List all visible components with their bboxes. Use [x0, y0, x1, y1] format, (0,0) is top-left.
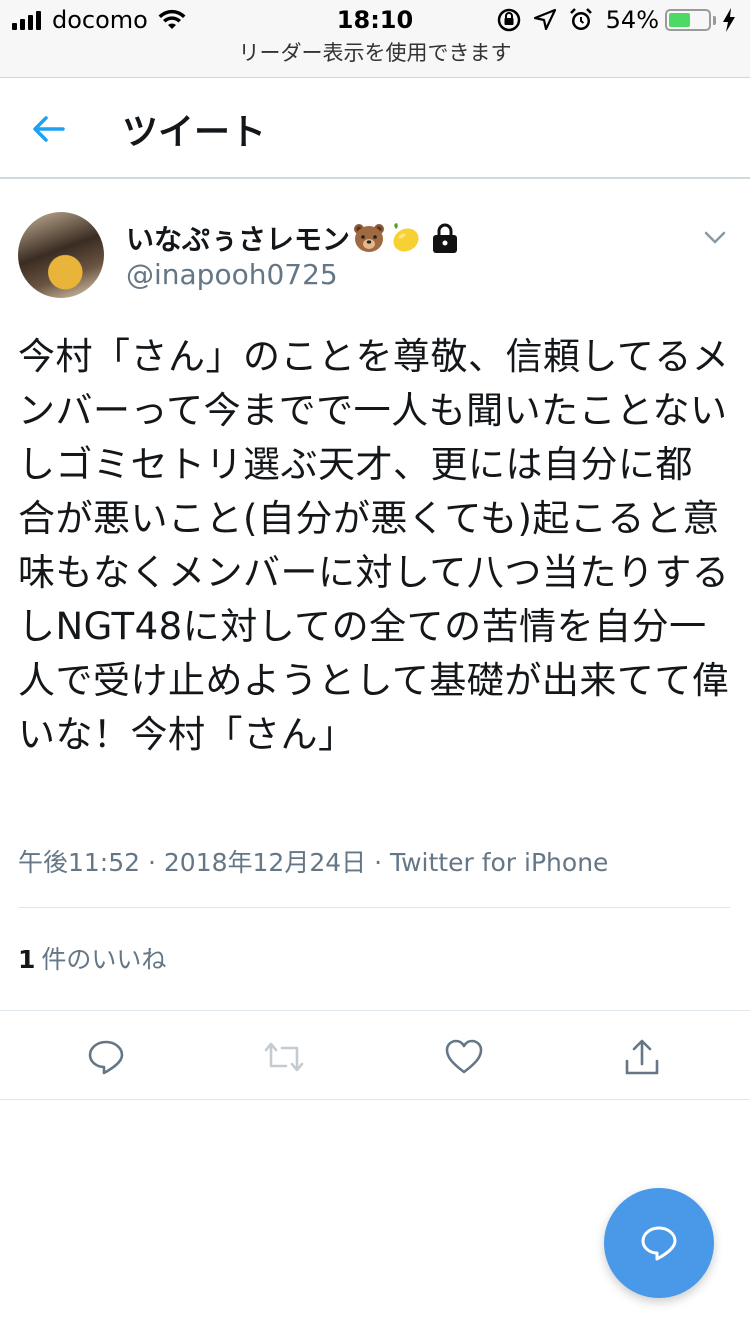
- share-icon: [625, 1039, 659, 1075]
- battery-percent: 54%: [605, 6, 659, 34]
- reply-bubble-icon: [641, 1226, 677, 1261]
- chevron-down-icon[interactable]: [700, 222, 730, 252]
- retweet-icon: [264, 1042, 304, 1072]
- location-icon: [533, 8, 556, 31]
- lemon-emoji: [393, 223, 419, 252]
- share-button[interactable]: [620, 1035, 664, 1079]
- back-arrow-icon: [33, 116, 65, 142]
- alarm-icon: [569, 8, 592, 30]
- avatar[interactable]: [18, 212, 104, 298]
- likes-label: 件のいいね: [41, 945, 167, 974]
- tweet-text: 今村「さん」のことを尊敬、信頼してるメンバーって今までで一人も聞いたことないしゴ…: [18, 335, 730, 756]
- retweet-button[interactable]: [262, 1035, 306, 1079]
- status-bar: docomo 18:10 54%: [0, 0, 750, 40]
- author-handle[interactable]: @inapooh0725: [126, 258, 338, 291]
- like-button[interactable]: [442, 1035, 486, 1079]
- charging-bolt-icon: [723, 8, 735, 32]
- reply-button[interactable]: [84, 1035, 128, 1079]
- tweet-timestamp: 午後11:52 · 2018年12月24日 · Twitter for iPho…: [18, 848, 609, 877]
- reply-icon: [88, 1040, 124, 1075]
- author-name-row[interactable]: いなぷぅさレモン: [126, 218, 460, 258]
- back-button[interactable]: [26, 107, 70, 151]
- bear-emoji: [354, 224, 385, 252]
- heart-icon: [445, 1039, 483, 1074]
- compose-reply-fab[interactable]: [604, 1188, 714, 1298]
- app-header: ツイート: [0, 79, 750, 179]
- divider: [18, 907, 730, 908]
- battery-icon: [665, 9, 711, 31]
- action-bar: [0, 1010, 750, 1100]
- lock-icon: [433, 223, 458, 253]
- tweet-detail-page: docomo 18:10 54% リーダー表示を使用できます ツイート いなぷぅ…: [0, 0, 750, 1334]
- reader-view-banner[interactable]: リーダー表示を使用できます: [0, 40, 750, 78]
- likes-count: 1: [18, 945, 36, 974]
- likes-count-row[interactable]: 1 件のいいね: [18, 940, 166, 976]
- page-title: ツイート: [122, 112, 267, 153]
- author-name[interactable]: いなぷぅさレモン: [126, 218, 350, 258]
- orientation-lock-icon: [497, 8, 520, 32]
